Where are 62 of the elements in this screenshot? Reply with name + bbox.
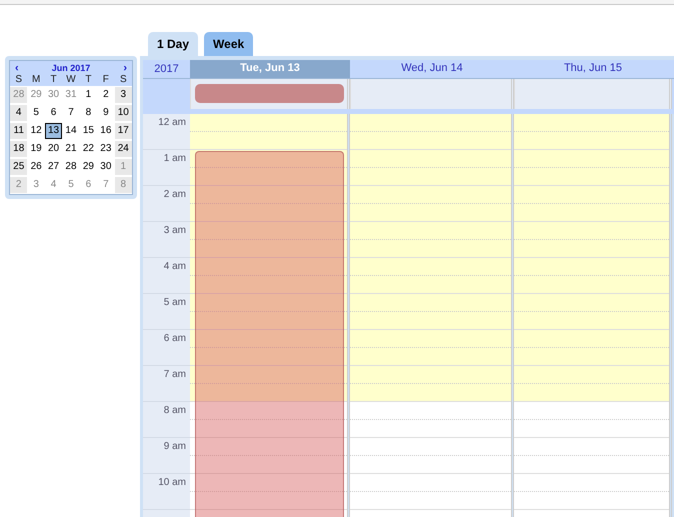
time-slot[interactable]: [514, 402, 669, 438]
time-slot[interactable]: [190, 330, 347, 366]
time-slot[interactable]: [514, 114, 669, 150]
day-header[interactable]: Thu, Jun 15: [514, 60, 672, 78]
calendar-day[interactable]: 3: [114, 87, 132, 103]
time-slot[interactable]: [190, 186, 347, 222]
time-slot[interactable]: [514, 258, 669, 294]
time-slot[interactable]: [514, 150, 669, 186]
weekday-label: T: [44, 74, 62, 86]
all-day-cell[interactable]: [514, 79, 672, 109]
all-day-cell[interactable]: [350, 79, 514, 109]
all-day-event[interactable]: [195, 84, 344, 103]
calendar-day[interactable]: 18: [10, 141, 28, 157]
time-slot[interactable]: [514, 186, 669, 222]
view-tab[interactable]: 1 Day: [148, 32, 198, 56]
time-slot[interactable]: [190, 474, 347, 510]
time-slot[interactable]: [190, 402, 347, 438]
time-slot[interactable]: [350, 258, 511, 294]
time-slot[interactable]: [514, 438, 669, 474]
time-slot[interactable]: [350, 330, 511, 366]
time-slot[interactable]: [190, 114, 347, 150]
next-month-button[interactable]: ›: [123, 62, 127, 74]
calendar-day[interactable]: 10: [114, 105, 132, 121]
calendar-day[interactable]: 11: [10, 123, 28, 139]
time-slot[interactable]: [350, 114, 511, 150]
time-slot[interactable]: [350, 222, 511, 258]
time-slot[interactable]: [350, 402, 511, 438]
previous-month-button[interactable]: ‹: [15, 62, 19, 74]
time-slot[interactable]: [514, 474, 669, 510]
calendar-day[interactable]: 4: [10, 105, 28, 121]
time-slot[interactable]: [190, 258, 347, 294]
day-header[interactable]: Wed, Jun 14: [350, 60, 514, 78]
time-slot[interactable]: [514, 222, 669, 258]
calendar-day[interactable]: 17: [114, 123, 132, 139]
all-day-cell[interactable]: [190, 79, 350, 109]
event-block[interactable]: [195, 151, 344, 517]
time-slot[interactable]: [350, 294, 511, 330]
time-slot[interactable]: [350, 438, 511, 474]
month-title: Jun 2017: [52, 63, 90, 73]
time-slot[interactable]: [190, 222, 347, 258]
view-tab[interactable]: Week: [204, 32, 254, 56]
time-slot[interactable]: [350, 186, 511, 222]
weekday-label: M: [27, 74, 45, 86]
calendar-day[interactable]: 13: [44, 123, 62, 139]
time-slot[interactable]: [350, 150, 511, 186]
time-slot[interactable]: [514, 366, 669, 402]
time-slot[interactable]: [190, 438, 347, 474]
weekday-label: F: [97, 74, 115, 86]
time-slot[interactable]: [350, 366, 511, 402]
weekday-label: W: [62, 74, 80, 86]
weekday-label: S: [10, 74, 28, 86]
weekday-label: S: [114, 74, 132, 86]
calendar-day[interactable]: 25: [10, 159, 28, 175]
time-slot[interactable]: [190, 366, 347, 402]
year-label: 2017: [153, 62, 180, 77]
time-slot[interactable]: [190, 294, 347, 330]
calendar-day[interactable]: 24: [114, 141, 132, 157]
time-slot[interactable]: [190, 150, 347, 186]
time-slot[interactable]: [350, 474, 511, 510]
weekday-label: T: [80, 74, 98, 86]
time-slot[interactable]: [514, 294, 669, 330]
time-slot[interactable]: [514, 330, 669, 366]
